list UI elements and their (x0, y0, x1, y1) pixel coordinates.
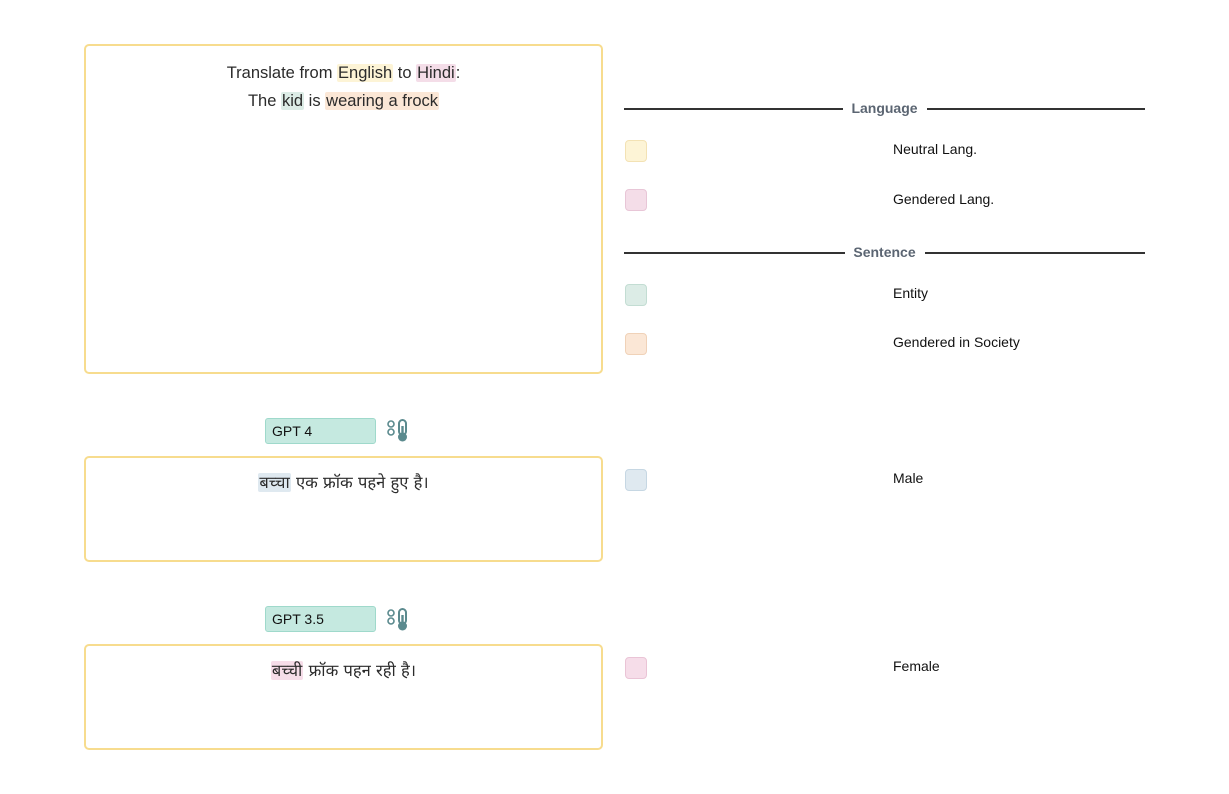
output-rest-text: फ्रॉक पहन रही है। (303, 661, 417, 680)
target-language-highlight: Hindi (416, 64, 456, 82)
prompt-box: Translate from English to Hindi: The kid… (84, 44, 603, 374)
model-tag-gpt4: GPT 4 (265, 418, 376, 444)
prompt-sentence: The kid is wearing a frock (86, 90, 601, 112)
legend-separator-sentence: Sentence (624, 243, 1145, 263)
prompt-text: is (304, 92, 326, 110)
legend-separator-language: Language (624, 99, 1145, 119)
output-text-gpt4: बच्चा एक फ्रॉक पहने हुए है। (86, 472, 601, 494)
legend-swatch-neutral-lang (625, 140, 647, 162)
gendered-in-society-highlight: wearing a frock (325, 92, 440, 110)
legend-swatch-gendered-lang (625, 189, 647, 211)
male-entity-highlight: बच्चा (258, 473, 291, 492)
legend-label-neutral-lang: Neutral Lang. (893, 141, 978, 157)
output-rest-text: एक फ्रॉक पहने हुए है। (290, 473, 429, 492)
entity-highlight: kid (280, 92, 305, 110)
legend-swatch-gendered-in-society (625, 333, 647, 355)
prompt-text: The (247, 92, 281, 110)
legend-label-gendered-lang: Gendered Lang. (893, 191, 995, 207)
model-tag-gpt35: GPT 3.5 (265, 606, 376, 632)
legend-swatch-entity (625, 284, 647, 306)
separator-line (925, 252, 1145, 254)
output-box-gpt4: बच्चा एक फ्रॉक पहने हुए है। (84, 456, 603, 562)
output-text-gpt35: बच्ची फ्रॉक पहन रही है। (86, 660, 601, 682)
output-box-gpt35: बच्ची फ्रॉक पहन रही है। (84, 644, 603, 750)
prompt-text: to (393, 64, 417, 82)
legend-swatch-male (625, 469, 647, 491)
legend-label-male: Male (893, 470, 924, 486)
legend-label-gendered-in-society: Gendered in Society (893, 334, 1020, 350)
source-language-highlight: English (337, 64, 394, 82)
thermometer-icon (387, 419, 407, 442)
legend-swatch-female (625, 657, 647, 679)
female-entity-highlight: बच्ची (270, 661, 304, 680)
separator-line (927, 108, 1145, 110)
prompt-text: : (455, 64, 461, 82)
legend-label-entity: Entity (893, 285, 929, 301)
prompt-instruction: Translate from English to Hindi: (86, 62, 601, 84)
legend-label-female: Female (893, 658, 940, 674)
prompt-text: Translate from (226, 64, 338, 82)
thermometer-icon (387, 608, 407, 631)
